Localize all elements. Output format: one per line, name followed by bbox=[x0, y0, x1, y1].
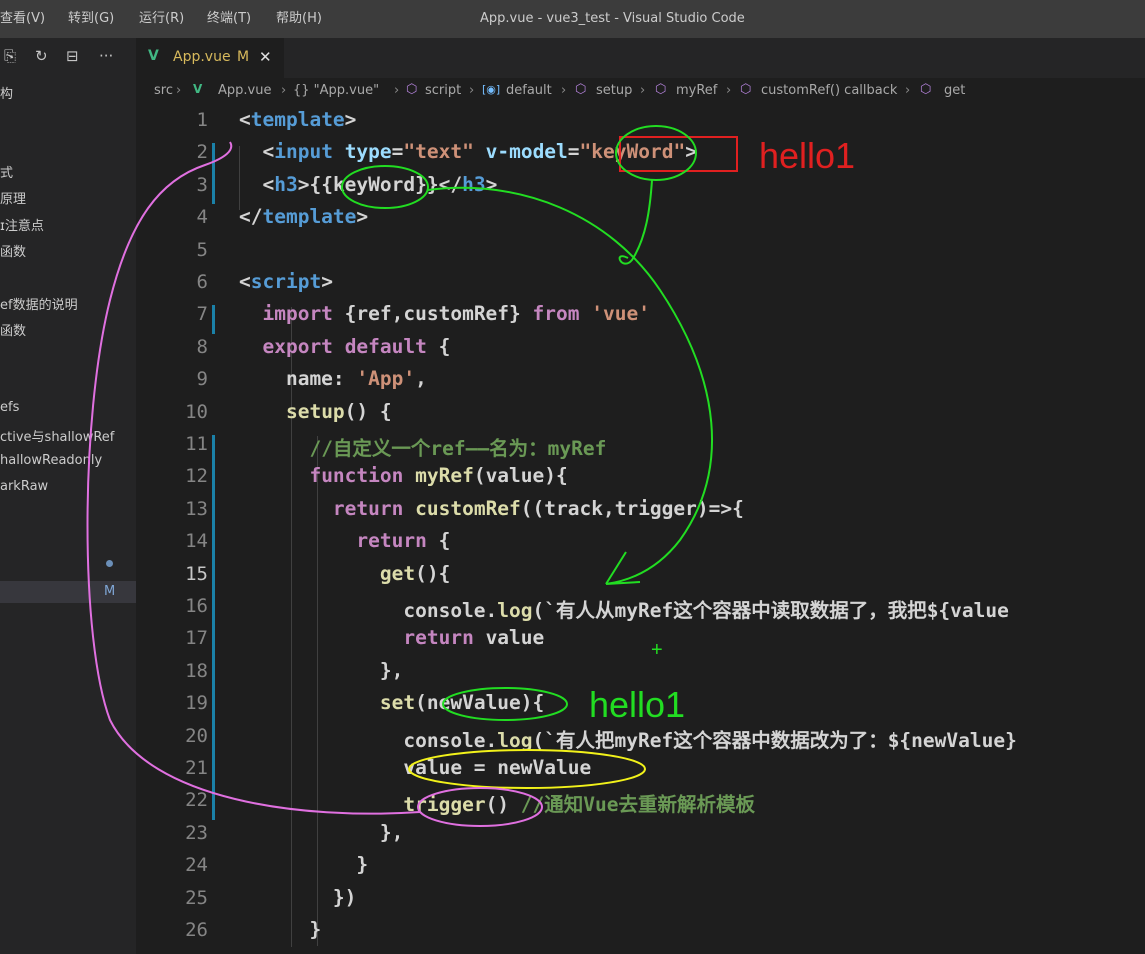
arrow-annotation bbox=[618, 179, 653, 265]
circle-annotation bbox=[341, 165, 429, 209]
arrow-annotation bbox=[427, 186, 713, 585]
annotation-plus: + bbox=[651, 639, 663, 661]
highlight-box bbox=[619, 136, 738, 172]
annotation-red-text: hello1 bbox=[759, 135, 855, 176]
annotation-green-text: hello1 bbox=[589, 684, 685, 725]
circle-annotation bbox=[442, 687, 568, 721]
circle-annotation bbox=[408, 749, 646, 789]
annotation-overlay: hello1 hello1 + bbox=[86, 125, 855, 827]
circle-annotation bbox=[417, 787, 543, 827]
arrow-annotation bbox=[86, 141, 421, 815]
